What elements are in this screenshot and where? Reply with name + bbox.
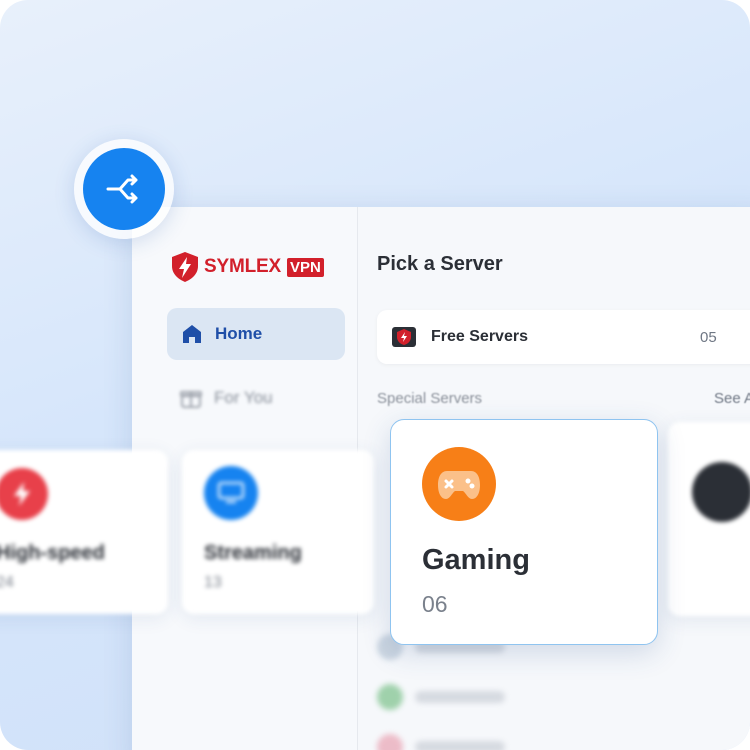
split-tunnel-button[interactable]	[83, 148, 165, 230]
category-card-gaming[interactable]: Gaming 06	[390, 419, 658, 645]
category-card-high-speed[interactable]: High-speed 24	[0, 450, 168, 614]
split-tunnel-button-ring	[74, 139, 174, 239]
gift-icon	[180, 391, 202, 408]
card-title: High-speed	[0, 542, 105, 564]
sidebar-item-label: For You	[214, 388, 273, 407]
app-stage: SYMLEX VPN Home For You Pick a Server Fr…	[0, 0, 750, 750]
see-all-link[interactable]: See A	[714, 390, 750, 407]
sidebar-item-for-you[interactable]: For You	[180, 387, 273, 409]
gamepad-icon	[422, 447, 496, 521]
card-count: 24	[0, 574, 14, 591]
bolt-shield-icon	[392, 327, 416, 347]
list-item[interactable]	[377, 727, 750, 750]
home-icon	[183, 325, 201, 343]
list-item[interactable]	[377, 677, 750, 717]
card-count: 06	[422, 591, 448, 617]
brand-name: SYMLEX	[204, 256, 281, 277]
category-icon	[692, 462, 750, 522]
flag-icon	[377, 734, 403, 750]
split-arrows-icon	[106, 174, 138, 204]
bolt-icon	[0, 468, 48, 520]
list-item-label	[415, 741, 505, 750]
tv-icon	[204, 466, 258, 520]
sidebar-item-home[interactable]: Home	[167, 308, 345, 360]
category-card-streaming[interactable]: Streaming 13	[182, 450, 374, 614]
server-list	[377, 627, 750, 750]
free-servers-count: 05	[700, 328, 717, 346]
flag-icon	[377, 684, 403, 710]
sidebar-item-label: Home	[215, 324, 263, 343]
brand-logo: SYMLEX VPN	[170, 251, 324, 283]
free-servers-row[interactable]: Free Servers 05	[377, 310, 750, 364]
brand-tag: VPN	[286, 257, 324, 277]
card-count: 13	[204, 574, 222, 591]
card-title: Gaming	[422, 544, 530, 576]
shield-bolt-icon	[172, 252, 198, 282]
list-item-label	[415, 691, 505, 703]
page-title: Pick a Server	[377, 253, 503, 275]
card-title: Streaming	[204, 542, 302, 564]
category-card-partial[interactable]	[668, 422, 750, 616]
free-servers-label: Free Servers	[431, 328, 528, 345]
special-servers-header: Special Servers	[377, 390, 483, 407]
